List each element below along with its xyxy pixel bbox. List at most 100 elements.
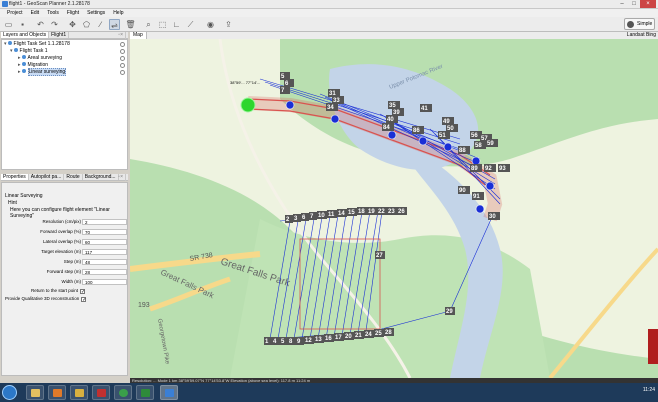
row-bottom-2: 4 — [272, 337, 280, 345]
marker-51: 51 — [438, 131, 450, 139]
tab-autopilot[interactable]: Autopilot pa... — [29, 174, 65, 180]
tab-map[interactable]: Map — [130, 32, 147, 39]
upload-icon[interactable]: ⇪ — [223, 19, 234, 30]
move-icon[interactable]: ✥ — [67, 19, 78, 30]
polygon-icon[interactable]: ⬠ — [81, 19, 92, 30]
new-project-icon[interactable]: ▭ — [3, 19, 14, 30]
visibility-icon[interactable] — [120, 56, 125, 61]
taskbar-app-chrome[interactable] — [114, 385, 132, 400]
delete-icon[interactable]: 🗑 — [125, 19, 136, 30]
map-side-panel-handle[interactable] — [648, 329, 658, 364]
expand-arrow-icon[interactable]: ▾ — [4, 41, 7, 47]
tab-background[interactable]: Background... — [83, 174, 119, 180]
autopilot-icon[interactable]: ◉ — [205, 19, 216, 30]
target-elevation-input[interactable]: 117 — [82, 249, 127, 255]
expand-arrow-icon[interactable]: ▸ — [18, 69, 21, 75]
map-canvas[interactable]: Great Falls Park Great Falls Park SR 738… — [130, 39, 658, 378]
row-bottom-11: 21 — [354, 331, 364, 339]
undo-icon[interactable]: ↶ — [35, 19, 46, 30]
taskbar-app-files[interactable] — [70, 385, 88, 400]
resolution-input[interactable]: 2 — [82, 219, 127, 225]
ruler-icon[interactable]: ⟋ — [185, 19, 196, 30]
angle-icon[interactable]: ∟ — [171, 19, 182, 30]
marker-6: 6 — [284, 79, 294, 87]
menu-project[interactable]: Project — [3, 9, 27, 17]
taskbar-app-excel[interactable] — [136, 385, 154, 400]
map-view[interactable]: Great Falls Park Great Falls Park SR 738… — [130, 39, 658, 378]
select-area-icon[interactable]: ⬚ — [157, 19, 168, 30]
expand-arrow-icon[interactable]: ▸ — [18, 62, 21, 68]
line-icon[interactable]: ∕ — [95, 19, 106, 30]
visibility-icon[interactable] — [120, 49, 125, 54]
menu-tools[interactable]: Tools — [43, 9, 63, 17]
return-to-start-checkbox[interactable]: ✓ — [80, 289, 85, 295]
redo-icon[interactable]: ↷ — [49, 19, 60, 30]
linear-survey-icon[interactable]: ⇌ — [109, 19, 120, 30]
visibility-icon[interactable] — [120, 70, 125, 75]
forward-overlap-input[interactable]: 70 — [82, 229, 127, 235]
layer-landsat[interactable]: Landsat — [627, 32, 645, 38]
step-input[interactable]: 48 — [82, 259, 127, 265]
map-tab-bar: Map Landsat Bing — [130, 32, 658, 39]
svg-text:86: 86 — [413, 128, 420, 134]
taskbar-app-geoscan[interactable] — [160, 385, 178, 400]
zoom-icon[interactable]: ⌕ — [143, 19, 154, 30]
taskbar-app-media[interactable] — [48, 385, 66, 400]
field-lateral-overlap: Lateral overlap (%) 60 — [2, 239, 129, 245]
tab-flight1[interactable]: Flight1 — [49, 32, 70, 38]
tree-item-linear-surveying[interactable]: ▸ Linear surveying — [2, 68, 127, 76]
forward-step-input[interactable]: 28 — [82, 269, 127, 275]
svg-text:84: 84 — [383, 125, 390, 131]
maximize-button[interactable]: □ — [628, 0, 640, 8]
paint-icon — [97, 389, 106, 397]
waypoint[interactable] — [330, 114, 340, 124]
waypoint[interactable] — [387, 130, 397, 140]
menu-flight[interactable]: Flight — [63, 9, 83, 17]
start-button[interactable] — [2, 385, 17, 400]
waypoint[interactable] — [475, 204, 485, 214]
simple-mode-label: Simple — [637, 21, 653, 27]
tree-item-flight-task[interactable]: ▾ Flight Task 1 — [2, 48, 127, 55]
minimize-button[interactable]: – — [616, 0, 628, 8]
tree-item-task-set[interactable]: ▾ Flight Task Set 1.1.28178 — [2, 41, 127, 48]
start-point[interactable] — [240, 97, 256, 113]
svg-text:29: 29 — [446, 309, 453, 315]
svg-text:23: 23 — [388, 209, 395, 215]
row-top-6: 11 — [327, 210, 337, 218]
expand-arrow-icon[interactable]: ▾ — [10, 48, 13, 54]
marker-35: 35 — [388, 101, 400, 109]
qualitative-3d-checkbox[interactable]: ✓ — [81, 297, 87, 303]
waypoint[interactable] — [285, 100, 295, 110]
taskbar-app-paint[interactable] — [92, 385, 110, 400]
tray-clock[interactable]: 11:24 — [643, 387, 655, 393]
panel-float-icon[interactable]: ▫× — [116, 174, 126, 181]
task-set-icon — [7, 41, 12, 45]
tab-layers-and-objects[interactable]: Layers and Objects — [1, 32, 50, 38]
simple-mode-button[interactable]: Simple — [624, 18, 655, 30]
width-input[interactable]: 100 — [82, 279, 127, 285]
close-button[interactable]: × — [640, 0, 656, 8]
map-label-193: 193 — [138, 302, 150, 309]
menu-settings[interactable]: Settings — [83, 9, 109, 17]
waypoint[interactable] — [443, 142, 453, 152]
panel-float-icon[interactable]: ▫× — [116, 32, 126, 39]
expand-arrow-icon[interactable]: ▸ — [18, 55, 21, 61]
tree-item-areal-surveying[interactable]: ▸ Areal surveying — [2, 55, 127, 62]
waypoint[interactable] — [485, 181, 495, 191]
menu-help[interactable]: Help — [109, 9, 127, 17]
tab-properties[interactable]: Properties — [1, 174, 29, 180]
lateral-overlap-input[interactable]: 60 — [82, 239, 127, 245]
visibility-icon[interactable] — [120, 42, 125, 47]
svg-text:90: 90 — [459, 188, 466, 194]
tab-route[interactable]: Route — [64, 174, 83, 180]
waypoint[interactable] — [418, 136, 428, 146]
svg-text:34: 34 — [327, 105, 334, 111]
layer-bing[interactable]: Bing — [646, 32, 656, 38]
svg-text:22: 22 — [378, 209, 385, 215]
visibility-icon[interactable] — [120, 63, 125, 68]
menu-edit[interactable]: Edit — [27, 9, 44, 17]
svg-text:58: 58 — [475, 143, 482, 149]
save-icon[interactable]: ▪ — [17, 19, 28, 30]
taskbar-app-explorer[interactable] — [26, 385, 44, 400]
waypoint[interactable] — [471, 156, 481, 166]
